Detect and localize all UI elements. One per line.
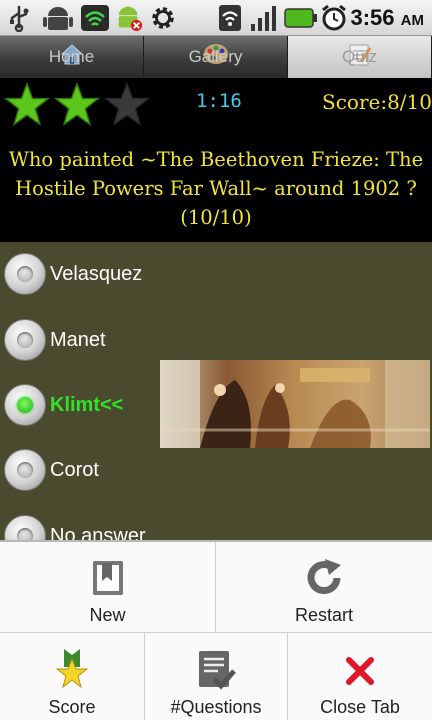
close-tab-label: Close Tab — [320, 697, 400, 717]
questions-list-icon — [199, 651, 236, 690]
status-time: 3:56 AM — [350, 5, 425, 30]
usb-icon — [10, 6, 29, 32]
answer-label: Corot — [50, 458, 99, 481]
quiz-score: Score:8/10 — [322, 90, 432, 114]
settings-gear-icon — [152, 7, 174, 29]
options-menu: New Restart Score #Questions Close Tab — [0, 540, 432, 720]
answer-option-velasquez[interactable]: Velasquez — [4, 250, 142, 298]
radio-button[interactable] — [4, 449, 46, 491]
close-tab-button[interactable]: Close Tab — [288, 633, 432, 720]
answer-list: Velasquez Manet Klimt<< Corot No answer — [0, 242, 432, 557]
score-star-icon — [55, 649, 89, 689]
quiz-timer: 1:16 — [196, 90, 242, 112]
answer-option-klimt[interactable]: Klimt<< — [4, 381, 123, 429]
star-empty-icon — [104, 82, 150, 127]
alarm-icon — [322, 4, 346, 31]
radio-button-checked[interactable] — [4, 384, 46, 426]
answer-option-corot[interactable]: Corot — [4, 446, 99, 494]
star-rating — [4, 82, 150, 128]
restart-label: Restart — [294, 605, 354, 625]
status-bar: 3:56 AM — [0, 0, 432, 36]
answer-label: Velasquez — [50, 262, 143, 285]
tab-home[interactable]: Home — [0, 36, 144, 78]
score-label: Score — [48, 697, 96, 717]
question-label: Who painted ~The Beethoven Frieze: The H… — [8, 147, 424, 229]
answer-label-correct: Klimt<< — [50, 393, 124, 416]
new-button[interactable]: New — [0, 542, 215, 630]
signal-icon — [251, 6, 276, 31]
new-bookmark-icon — [92, 561, 123, 595]
tab-quiz[interactable]: Quiz — [288, 36, 432, 78]
restart-button[interactable]: Restart — [216, 542, 432, 630]
radio-button[interactable] — [4, 319, 46, 361]
android-debug-icon — [43, 7, 73, 30]
tab-quiz-label: Quiz — [342, 47, 377, 66]
question-text: Who painted ~The Beethoven Frieze: The H… — [0, 134, 432, 242]
answer-label: Manet — [50, 328, 106, 351]
quiz-header: 1:16 Score:8/10 — [0, 78, 432, 134]
android-alert-icon — [118, 6, 143, 32]
radio-button[interactable] — [4, 253, 46, 295]
wifi-icon — [219, 5, 241, 31]
battery-icon — [284, 8, 317, 28]
close-icon — [346, 657, 374, 685]
answer-option-manet[interactable]: Manet — [4, 316, 106, 364]
score-button[interactable]: Score — [0, 633, 144, 720]
questions-label: #Questions — [170, 697, 262, 717]
tab-gallery[interactable]: Gallery — [144, 36, 288, 78]
questions-button[interactable]: #Questions — [145, 633, 287, 720]
star-filled-icon — [4, 82, 50, 127]
tab-home-label: Home — [48, 47, 95, 66]
tab-bar: Home Gallery Quiz — [0, 36, 432, 78]
restart-icon — [307, 559, 341, 595]
new-label: New — [89, 605, 126, 625]
painting-thumbnail[interactable] — [160, 360, 430, 448]
wifi-sync-icon — [81, 5, 109, 31]
tab-gallery-label: Gallery — [188, 47, 243, 66]
star-filled-icon — [54, 82, 100, 127]
